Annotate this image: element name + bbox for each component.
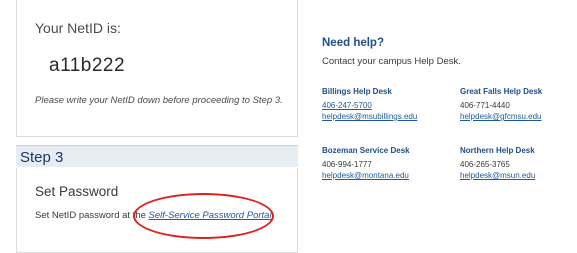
help-title: Need help? <box>322 37 384 49</box>
step-title: Step 3 <box>20 149 64 166</box>
set-password-instructions: Set NetID password at the Self-Service P… <box>35 210 272 221</box>
desk-phone: 406-265-3765 <box>460 160 510 169</box>
step-header: Step 3 <box>16 145 298 167</box>
desk-phone-link[interactable]: 406-247-5700 <box>322 100 442 111</box>
desk-email-link[interactable]: helpdesk@montana.edu <box>322 170 442 181</box>
set-password-heading: Set Password <box>35 184 119 199</box>
desk-name: Northern Help Desk <box>460 146 535 155</box>
desk-email-link[interactable]: helpdesk@msubillings.edu <box>322 111 442 122</box>
netid-card: Your NetID is: a11b222 Please write your… <box>16 0 298 137</box>
desk-name: Bozeman Service Desk <box>322 146 410 155</box>
help-desk-northern: Northern Help Desk 406-265-3765 helpdesk… <box>460 145 577 181</box>
netid-value: a11b222 <box>49 55 126 76</box>
help-subtitle: Contact your campus Help Desk. <box>322 56 461 67</box>
help-desk-billings: Billings Help Desk 406-247-5700 helpdesk… <box>322 86 442 122</box>
set-password-text: Set NetID password at the <box>35 210 149 221</box>
help-desk-great-falls: Great Falls Help Desk 406-771-4440 helpd… <box>460 86 577 122</box>
desk-phone: 406-994-1777 <box>322 160 372 169</box>
desk-name: Billings Help Desk <box>322 87 392 96</box>
netid-label: Your NetID is: <box>35 20 121 36</box>
desk-email-link[interactable]: helpdesk@msun.edu <box>460 170 577 181</box>
desk-phone: 406-771-4440 <box>460 101 510 110</box>
netid-note: Please write your NetID down before proc… <box>35 95 283 106</box>
help-desk-bozeman: Bozeman Service Desk 406-994-1777 helpde… <box>322 145 442 181</box>
desk-name: Great Falls Help Desk <box>460 87 543 96</box>
set-password-card: Set Password Set NetID password at the S… <box>16 168 298 253</box>
desk-email-link[interactable]: helpdesk@gfcmsu.edu <box>460 111 577 122</box>
self-service-password-portal-link[interactable]: Self-Service Password Portal <box>149 210 272 221</box>
